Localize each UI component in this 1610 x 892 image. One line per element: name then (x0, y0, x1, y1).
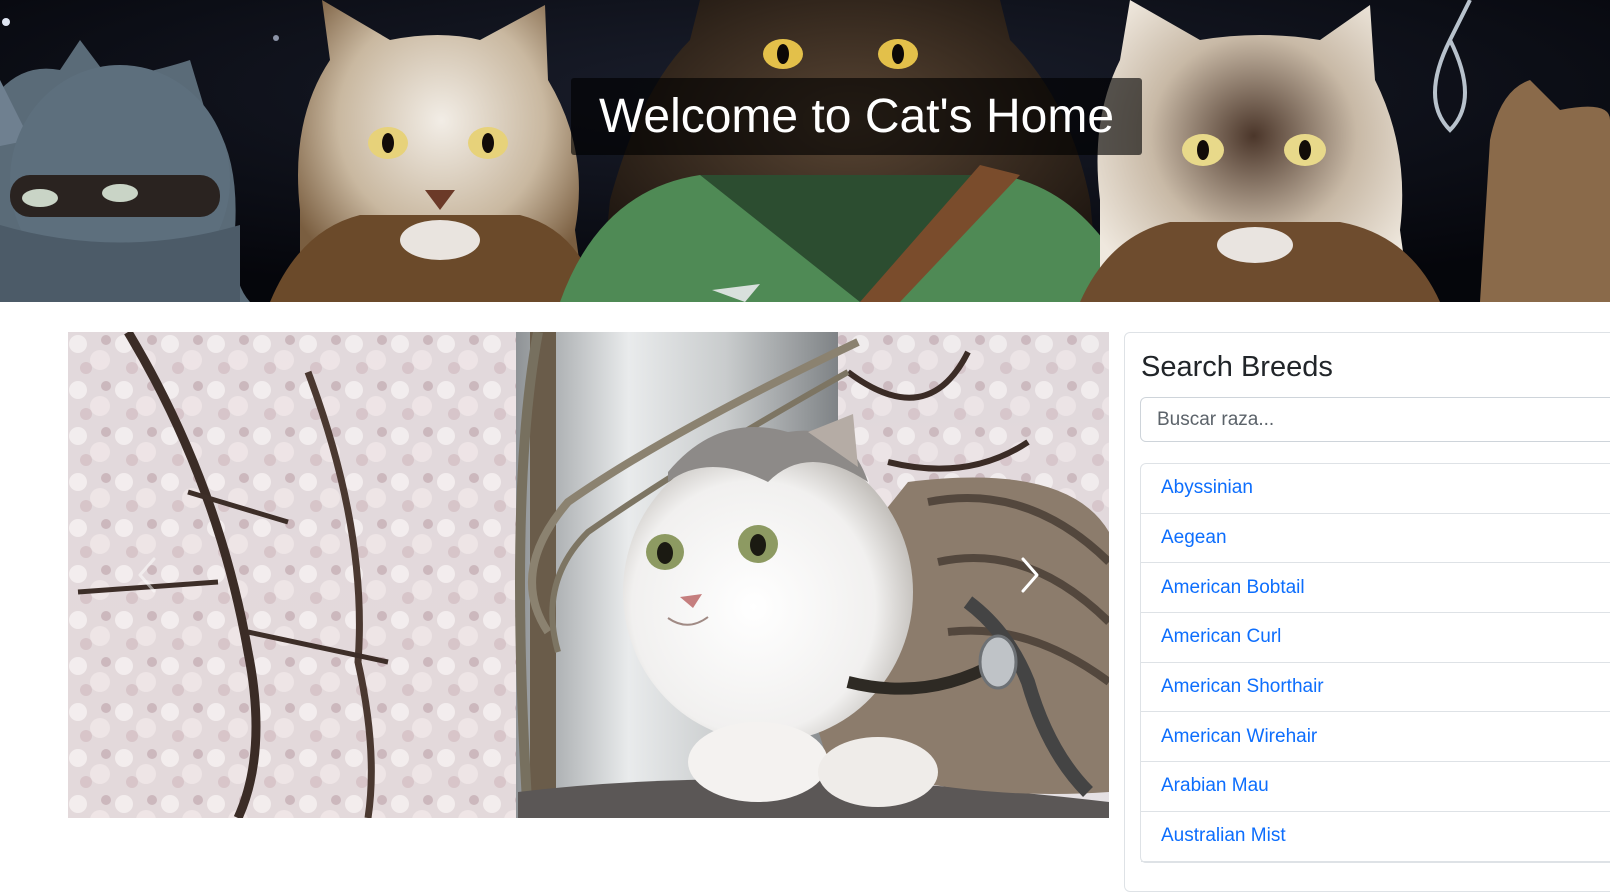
list-item: American Shorthair (1141, 663, 1610, 713)
list-item: Aegean (1141, 514, 1610, 564)
list-item: American Bobtail (1141, 563, 1610, 614)
list-item: American Curl (1141, 613, 1610, 663)
hero-banner: Welcome to Cat's Home (0, 0, 1610, 302)
list-item: American Wirehair (1141, 712, 1610, 763)
breed-link-aegean[interactable]: Aegean (1161, 527, 1227, 549)
breed-search-input[interactable] (1140, 397, 1610, 442)
breed-list: Abyssinian Aegean American Bobtail Ameri… (1140, 463, 1610, 863)
breed-link-abyssinian[interactable]: Abyssinian (1161, 477, 1253, 499)
breed-link-australian-mist[interactable]: Australian Mist (1161, 825, 1286, 847)
breed-link-arabian-mau[interactable]: Arabian Mau (1161, 775, 1269, 797)
breed-link-american-shorthair[interactable]: American Shorthair (1161, 676, 1324, 698)
breed-link-american-wirehair[interactable]: American Wirehair (1161, 726, 1317, 748)
breed-link-american-bobtail[interactable]: American Bobtail (1161, 577, 1305, 599)
carousel-prev-button[interactable] (68, 332, 224, 818)
chevron-left-icon (138, 557, 156, 593)
hero-title: Welcome to Cat's Home (571, 78, 1142, 155)
chevron-right-icon (1021, 557, 1039, 593)
carousel-next-button[interactable] (953, 332, 1109, 818)
search-breeds-title: Search Breeds (1141, 351, 1333, 383)
photo-carousel (68, 332, 1109, 818)
breed-link-american-curl[interactable]: American Curl (1161, 626, 1281, 648)
search-breeds-card: Search Breeds Abyssinian Aegean American… (1124, 332, 1610, 892)
list-item: Australian Mist (1141, 812, 1610, 862)
list-item: Abyssinian (1141, 464, 1610, 514)
list-item: Arabian Mau (1141, 762, 1610, 812)
